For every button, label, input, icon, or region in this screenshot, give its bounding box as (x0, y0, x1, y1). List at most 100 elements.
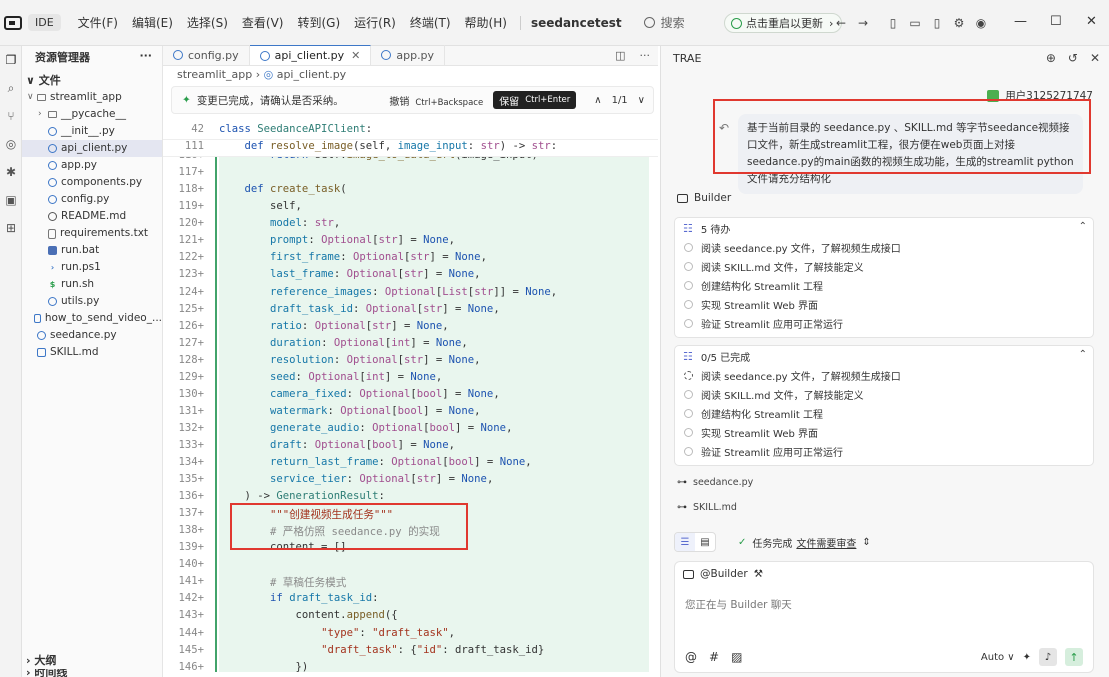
menu-item[interactable]: 运行(R) (354, 14, 396, 31)
code-line[interactable]: ratio: Optional[str] = None, (219, 320, 449, 332)
chevron-down-icon[interactable]: ∨ (638, 95, 645, 106)
collapse-icon[interactable]: ⌃ (1079, 221, 1087, 232)
file-row[interactable]: requirements.txt (22, 225, 162, 242)
editor-tab[interactable]: api_client.py ✕ (249, 45, 372, 65)
code-line[interactable]: resolution: Optional[str] = None, (219, 354, 481, 366)
folder-row[interactable]: › __pycache__ (22, 106, 162, 123)
folder-row[interactable]: ∨ streamlit_app (22, 89, 162, 106)
send-icon[interactable]: ↑ (1065, 648, 1083, 666)
review-link[interactable]: 文件需要审查 (796, 535, 856, 550)
explorer-icon[interactable]: ❐ (0, 46, 22, 74)
account-icon[interactable]: ◉ (970, 15, 992, 31)
code-line[interactable]: service_tier: Optional[str] = None, (219, 473, 493, 485)
code-line[interactable]: generate_audio: Optional[bool] = None, (219, 422, 512, 434)
sticky-scroll-line[interactable]: 111 def resolve_image(self, image_input:… (163, 140, 658, 158)
code-line[interactable]: # 草稿任务模式 (219, 575, 346, 590)
close-window-icon[interactable]: ✕ (1086, 14, 1097, 29)
update-button[interactable]: 点击重启以更新 › (724, 13, 843, 33)
code-line[interactable]: watermark: Optional[bool] = None, (219, 405, 481, 417)
remote-icon[interactable]: ▣ (0, 186, 22, 214)
collapse-icon[interactable]: ⌃ (1079, 349, 1087, 360)
chat-input[interactable]: @Builder ⚒ 您正在与 Builder 聊天 @ # ▨ Auto ∨ … (674, 561, 1094, 673)
editor-tab[interactable]: app.py (371, 45, 446, 65)
file-row[interactable]: __init__.py (22, 123, 162, 140)
file-row[interactable]: how_to_send_video_... (22, 310, 162, 327)
hash-icon[interactable]: # (709, 650, 719, 664)
file-row[interactable]: components.py (22, 174, 162, 191)
code-line[interactable]: camera_fixed: Optional[bool] = None, (219, 388, 500, 400)
file-row[interactable]: $ run.sh (22, 276, 162, 293)
files-section-header[interactable]: ∨ 文件 (22, 72, 162, 89)
timeline-section[interactable]: › 时间线 (22, 669, 163, 677)
file-row[interactable]: SKILL.md (22, 344, 162, 361)
sparkle-icon[interactable]: ✦ (1023, 652, 1031, 663)
mic-icon[interactable]: ♪ (1039, 648, 1057, 666)
code-line[interactable]: }) (219, 661, 309, 673)
ide-mode-button[interactable]: IDE (28, 14, 61, 31)
search-box[interactable]: 搜索 (643, 14, 685, 31)
menu-item[interactable]: 文件(F) (78, 14, 118, 31)
sticky-scroll-line[interactable]: 42 class SeedanceAPIClient: (163, 123, 658, 140)
settings-gear-icon[interactable]: ⚙ (948, 15, 970, 31)
file-row[interactable]: app.py (22, 157, 162, 174)
file-row[interactable]: utils.py (22, 293, 162, 310)
menu-item[interactable]: 编辑(E) (132, 14, 173, 31)
undo-button[interactable]: 撤销 Ctrl+Backspace (389, 93, 483, 108)
project-name[interactable]: seedancetest (519, 15, 622, 30)
code-area[interactable]: 116+ return self.image_to_data_url(image… (163, 123, 658, 677)
file-reference[interactable]: ⊶ seedance.py (677, 477, 753, 488)
menu-item[interactable]: 查看(V) (242, 14, 284, 31)
back-arrow-icon[interactable]: ← (830, 15, 852, 31)
search-files-icon[interactable]: ⌕ (0, 74, 22, 102)
file-row[interactable]: README.md (22, 208, 162, 225)
code-line[interactable]: duration: Optional[int] = None, (219, 337, 468, 349)
split-editor-icon[interactable]: ◫ (615, 49, 625, 62)
code-line[interactable]: "draft_task": {"id": draft_task_id} (219, 644, 544, 656)
agent-chip[interactable]: @Builder ⚒ (683, 568, 763, 580)
menu-item[interactable]: 选择(S) (187, 14, 228, 31)
menu-item[interactable]: 转到(G) (297, 14, 340, 31)
more-icon[interactable]: ··· (640, 49, 651, 62)
code-line[interactable]: reference_images: Optional[List[str]] = … (219, 286, 557, 298)
close-tab-icon[interactable]: ✕ (351, 49, 360, 62)
file-reference[interactable]: ⊶ SKILL.md (677, 502, 737, 513)
code-line[interactable]: first_frame: Optional[str] = None, (219, 251, 487, 263)
editor-tab[interactable]: config.py (163, 45, 250, 65)
close-panel-icon[interactable]: ✕ (1090, 51, 1100, 65)
code-line[interactable]: self, (219, 200, 302, 212)
history-icon[interactable]: ↺ (1068, 51, 1078, 65)
source-control-icon[interactable]: ⑂ (0, 102, 22, 130)
keep-button[interactable]: 保留 Ctrl+Enter (493, 91, 577, 109)
debug-icon[interactable]: ✱ (0, 158, 22, 186)
toggle-aux-icon[interactable]: ▯ (926, 15, 948, 31)
doc-view-icon[interactable]: ▤ (695, 533, 715, 551)
extensions-icon[interactable]: ⊞ (0, 214, 22, 242)
code-line[interactable]: return_last_frame: Optional[bool] = None… (219, 456, 532, 468)
toggle-sidebar-icon[interactable]: ▯ (882, 15, 904, 31)
maximize-icon[interactable]: ☐ (1050, 14, 1062, 29)
minimize-icon[interactable]: — (1014, 14, 1027, 29)
model-select[interactable]: Auto ∨ (981, 652, 1015, 663)
breadcrumb-file[interactable]: api_client.py (277, 68, 346, 81)
card-header[interactable]: ☷ 0/5 已完成 ⌃ (675, 346, 1093, 366)
more-icon[interactable]: ··· (139, 49, 152, 67)
code-line[interactable]: draft: Optional[bool] = None, (219, 439, 455, 451)
code-line[interactable]: prompt: Optional[str] = None, (219, 234, 455, 246)
breadcrumb-folder[interactable]: streamlit_app (177, 68, 252, 81)
image-icon[interactable]: ▨ (731, 650, 742, 664)
chevron-up-icon[interactable]: ∧ (594, 95, 601, 106)
code-line[interactable]: "type": "draft_task", (219, 627, 455, 639)
code-line[interactable]: last_frame: Optional[str] = None, (219, 268, 481, 280)
file-row[interactable]: run.bat (22, 242, 162, 259)
menu-item[interactable]: 帮助(H) (465, 14, 507, 31)
task-status[interactable]: ✓ 任务完成 文件需要审查 ⇕ (738, 535, 871, 550)
code-line[interactable]: draft_task_id: Optional[str] = None, (219, 303, 500, 315)
outline-section[interactable]: › 大纲 (22, 652, 163, 669)
file-row[interactable]: seedance.py (22, 327, 162, 344)
code-line[interactable]: if draft_task_id: (219, 592, 378, 604)
forward-arrow-icon[interactable]: → (852, 15, 874, 31)
file-row[interactable]: › run.ps1 (22, 259, 162, 276)
code-line[interactable]: seed: Optional[int] = None, (219, 371, 442, 383)
toggle-panel-icon[interactable]: ▭ (904, 15, 926, 31)
mention-icon[interactable]: @ (685, 650, 697, 664)
